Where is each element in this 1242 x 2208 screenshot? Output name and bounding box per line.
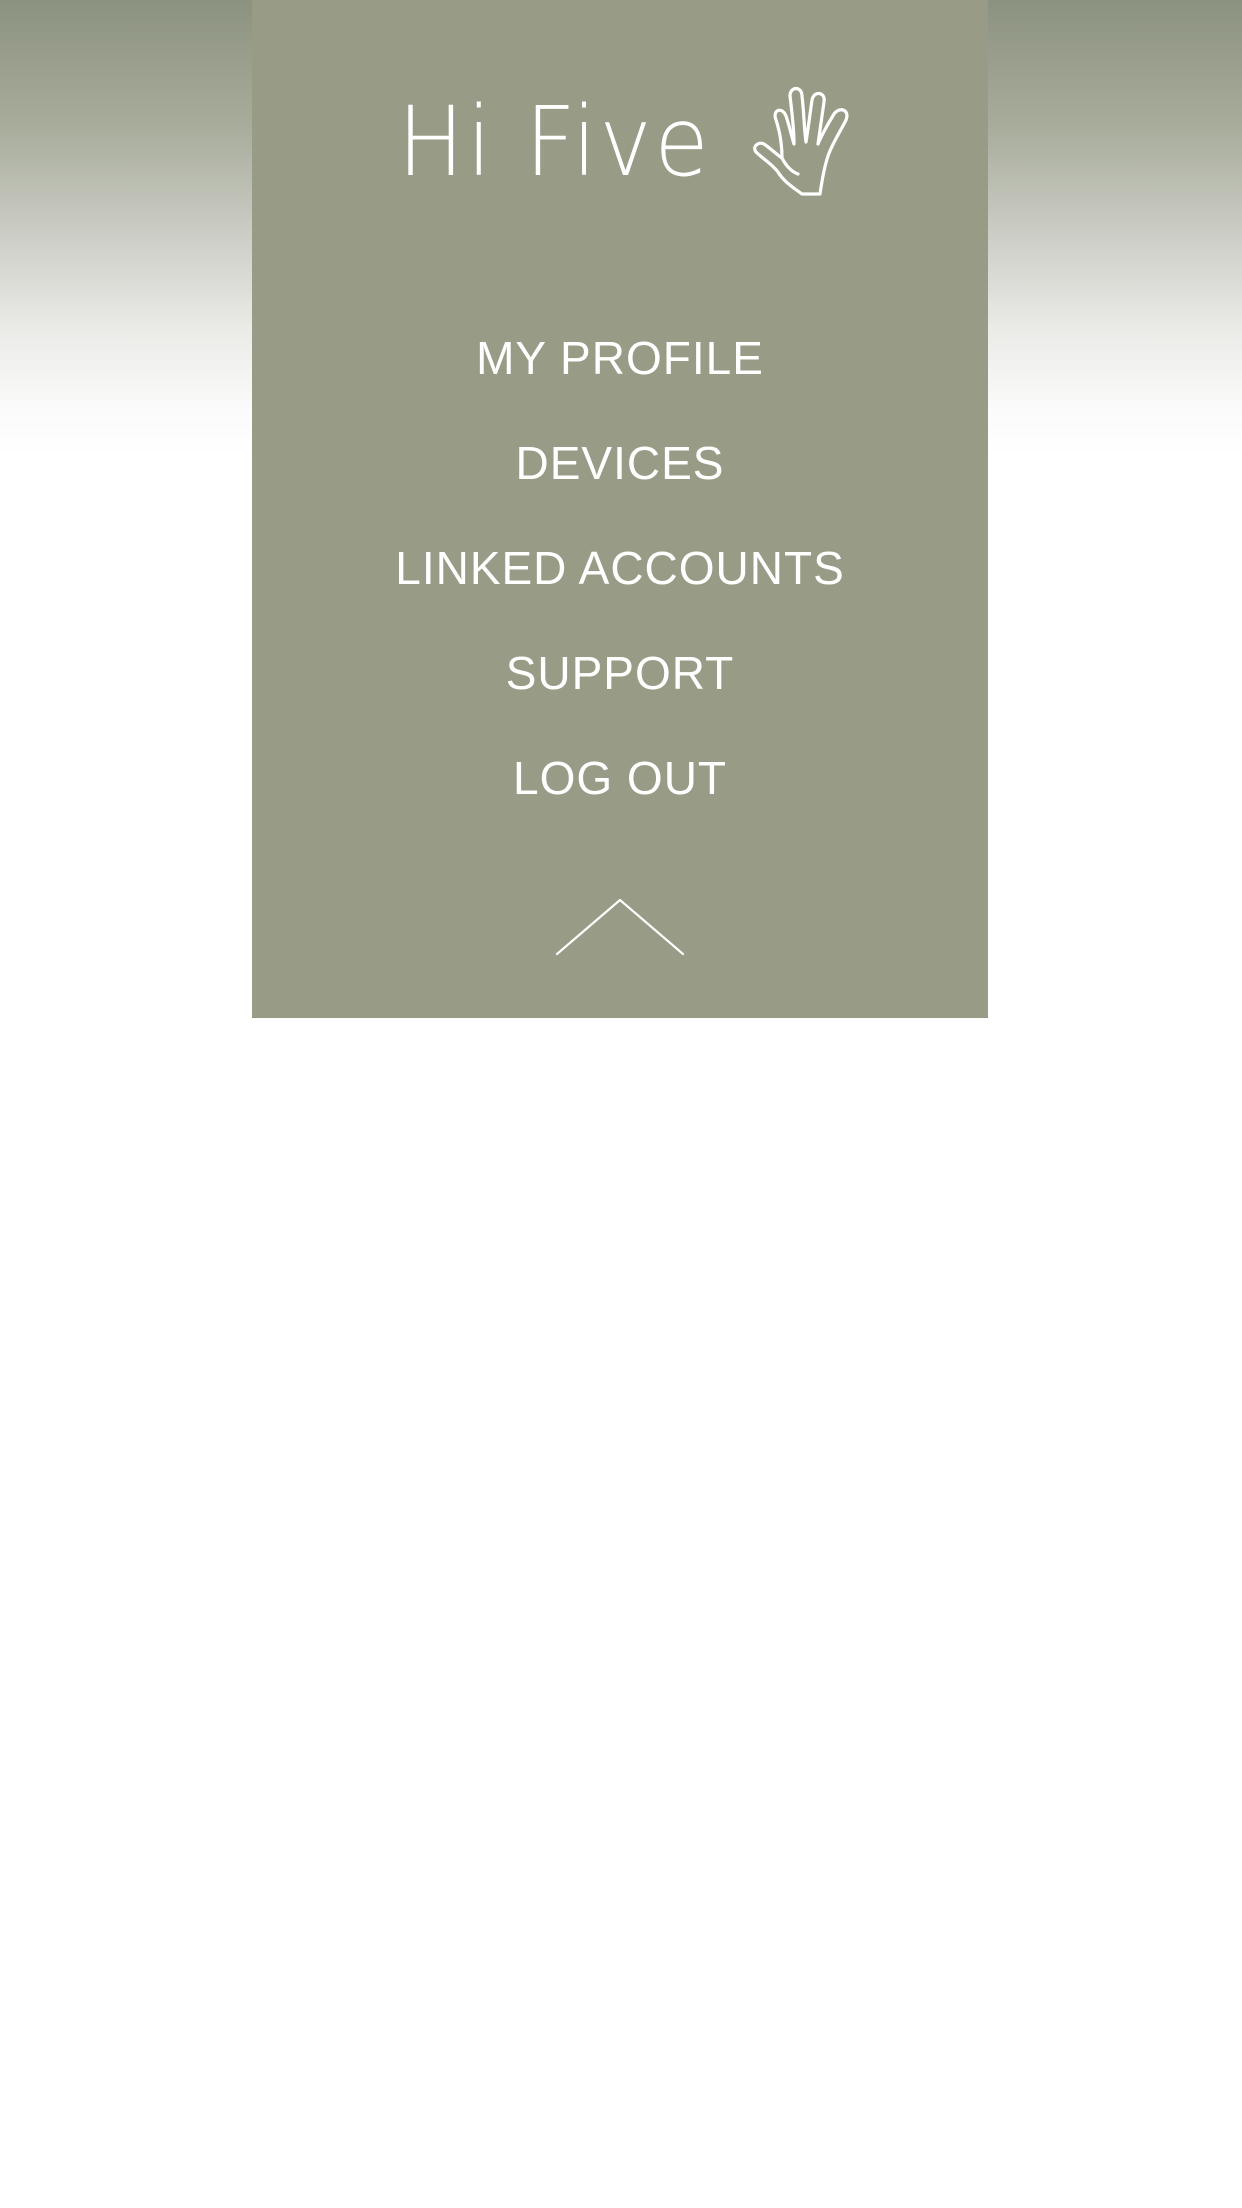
app-logo: Hi Five: [252, 82, 988, 202]
chevron-up-icon: [555, 898, 685, 956]
collapse-menu-button[interactable]: [550, 890, 690, 960]
navigation-menu-panel: Hi Five MY PROFILE DEVICES LINKED ACCOUN…: [252, 0, 988, 1018]
menu-item-my-profile[interactable]: MY PROFILE: [252, 305, 988, 410]
app-title: Hi Five: [398, 86, 712, 198]
menu-item-devices[interactable]: DEVICES: [252, 410, 988, 515]
menu-item-support[interactable]: SUPPORT: [252, 620, 988, 725]
navigation-menu: MY PROFILE DEVICES LINKED ACCOUNTS SUPPO…: [252, 305, 988, 830]
raised-hand-icon: [752, 86, 849, 196]
menu-item-linked-accounts[interactable]: LINKED ACCOUNTS: [252, 515, 988, 620]
menu-item-log-out[interactable]: LOG OUT: [252, 725, 988, 830]
